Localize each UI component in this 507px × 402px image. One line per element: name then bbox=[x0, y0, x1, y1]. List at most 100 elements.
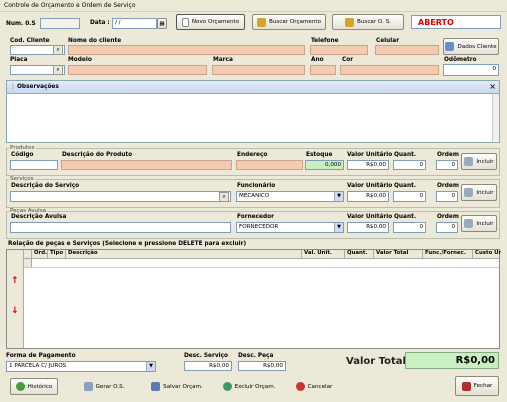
date-field[interactable]: / / bbox=[112, 18, 157, 29]
pecas-descricao-field[interactable] bbox=[10, 222, 231, 233]
observacoes-panel: ⋮ Observações × bbox=[6, 80, 500, 143]
grid-header: Ord. Tipo Descrição Val. Unit. Quant. Va… bbox=[24, 250, 501, 259]
incluir-pecas-button[interactable]: Incluir bbox=[461, 215, 497, 232]
grid-empty-row bbox=[24, 259, 499, 268]
forma-pagamento-select[interactable]: 1 PARCELA C/ JUROS ▼ bbox=[6, 361, 156, 372]
desc-servico-label: Desc. Serviço bbox=[184, 353, 229, 359]
estoque-label: Estoque bbox=[306, 152, 333, 158]
fornecedor-select[interactable]: FORNECEDOR ▼ bbox=[236, 222, 344, 233]
servicos-group-title: Serviços bbox=[9, 176, 35, 182]
historico-label: Histórico bbox=[27, 383, 53, 390]
cancelar-button[interactable]: Cancelar bbox=[290, 378, 338, 395]
pecas-descricao-label: Descrição Avulsa bbox=[11, 214, 67, 220]
produto-ordem-field[interactable]: 0 bbox=[436, 160, 458, 170]
document-icon bbox=[83, 382, 93, 391]
incluir-servico-button[interactable]: Incluir bbox=[461, 184, 497, 201]
celular-field[interactable] bbox=[375, 45, 439, 55]
pecas-quant-field[interactable]: 0 bbox=[393, 222, 426, 233]
produtos-group-title: Produtos bbox=[9, 145, 36, 151]
dados-cliente-button[interactable]: Dados Cliente bbox=[443, 38, 499, 55]
col-descricao[interactable]: Descrição bbox=[66, 250, 302, 258]
telefone-field[interactable] bbox=[310, 45, 368, 55]
col-val-unit[interactable]: Val. Unit. bbox=[302, 250, 345, 258]
pecas-quant-value: 0 bbox=[419, 224, 423, 230]
cor-field[interactable] bbox=[340, 65, 439, 75]
move-up-button[interactable]: ↑ bbox=[11, 276, 19, 286]
exit-door-icon bbox=[461, 381, 471, 391]
estoque-field: 0,000 bbox=[305, 160, 344, 170]
produto-ordem-value: 0 bbox=[451, 162, 455, 168]
col-custo-unit[interactable]: Custo Unit. bbox=[473, 250, 501, 258]
fechar-button[interactable]: Fechar bbox=[455, 376, 499, 396]
close-icon[interactable]: × bbox=[489, 82, 496, 91]
nome-cliente-field[interactable] bbox=[68, 45, 305, 55]
desc-servico-field[interactable]: R$0,00 bbox=[184, 361, 232, 371]
relacao-grid[interactable]: Ord. Tipo Descrição Val. Unit. Quant. Va… bbox=[24, 250, 501, 348]
col-ord[interactable]: Ord. bbox=[32, 250, 48, 258]
incluir-produto-label: Incluir bbox=[476, 158, 494, 165]
servico-ordem-label: Ordem bbox=[437, 183, 459, 189]
nome-cliente-label: Nome do cliente bbox=[68, 38, 122, 44]
buscar-os-button[interactable]: Buscar O. S. bbox=[332, 14, 404, 30]
pecas-ordem-field[interactable]: 0 bbox=[436, 222, 458, 233]
servico-descricao-field[interactable] bbox=[10, 191, 231, 202]
marca-field[interactable] bbox=[212, 65, 305, 75]
num-os-label: Num. 0.S bbox=[6, 21, 36, 27]
estoque-value: 0,000 bbox=[324, 162, 341, 168]
observacoes-grip-icon: ⋮ bbox=[10, 83, 16, 90]
col-select bbox=[24, 250, 32, 258]
gerar-os-button[interactable]: Gerar O.S. bbox=[79, 378, 129, 395]
col-valor-total[interactable]: Valor Total bbox=[374, 250, 423, 258]
delete-icon bbox=[222, 382, 232, 391]
relacao-title: Relação de peças e Serviços (Selecione e… bbox=[8, 241, 247, 247]
produto-valor-field[interactable]: R$0,00 bbox=[347, 160, 389, 170]
calendar-button[interactable]: ▦ bbox=[157, 18, 167, 29]
buscar-orcamento-button[interactable]: Buscar Orçamento bbox=[252, 14, 326, 30]
pecas-valor-label: Valor Unitário bbox=[347, 214, 393, 220]
endereco-field[interactable] bbox=[236, 160, 303, 170]
produto-quant-field[interactable]: 0 bbox=[393, 160, 426, 170]
observacoes-textarea[interactable] bbox=[7, 94, 492, 142]
ano-field[interactable] bbox=[310, 65, 336, 75]
produto-valor-label: Valor Unitário bbox=[347, 152, 393, 158]
endereco-label: Endereço bbox=[237, 152, 268, 158]
lookup-cliente-icon[interactable]: ⌕ bbox=[53, 45, 63, 55]
servico-quant-field[interactable]: 0 bbox=[393, 191, 426, 202]
pecas-valor-field[interactable]: R$0,00 bbox=[347, 222, 389, 233]
fechar-label: Fechar bbox=[473, 383, 493, 389]
num-os-field[interactable] bbox=[40, 18, 80, 29]
servico-valor-label: Valor Unitário bbox=[347, 183, 393, 189]
salvar-orcamento-label: Salvar Orçam. bbox=[163, 383, 203, 390]
col-quant[interactable]: Quant. bbox=[345, 250, 374, 258]
status-text: ABERTO bbox=[418, 18, 454, 27]
cor-label: Cor bbox=[342, 57, 354, 63]
cod-cliente-label: Cod. Cliente bbox=[10, 38, 50, 44]
row-indicator bbox=[24, 259, 32, 267]
incluir-produto-button[interactable]: Incluir bbox=[461, 153, 497, 170]
col-tipo[interactable]: Tipo bbox=[48, 250, 66, 258]
pecas-ordem-value: 0 bbox=[451, 224, 455, 230]
produto-codigo-label: Código bbox=[11, 152, 34, 158]
historico-button[interactable]: Histórico bbox=[10, 378, 58, 395]
produto-descricao-field[interactable] bbox=[61, 160, 232, 170]
novo-orcamento-button[interactable]: Novo Orçamento bbox=[176, 14, 245, 30]
observacoes-title: Observações bbox=[17, 84, 59, 90]
col-func-fornec[interactable]: Func./Fornec. bbox=[423, 250, 473, 258]
observacoes-scrollbar[interactable] bbox=[492, 94, 499, 142]
binoculars-icon bbox=[345, 17, 355, 27]
servico-ordem-field[interactable]: 0 bbox=[436, 191, 458, 202]
salvar-orcamento-button[interactable]: Salvar Orçam. bbox=[148, 378, 206, 395]
move-down-button[interactable]: ↓ bbox=[11, 306, 19, 316]
lookup-placa-icon[interactable]: ⌕ bbox=[53, 65, 63, 75]
buscar-orcamento-label: Buscar Orçamento bbox=[268, 19, 321, 25]
servico-quant-value: 0 bbox=[419, 193, 423, 199]
data-label: Data : bbox=[90, 20, 110, 26]
produto-codigo-field[interactable] bbox=[10, 160, 58, 170]
modelo-field[interactable] bbox=[68, 65, 207, 75]
excluir-orcamento-button[interactable]: Excluir Orçam. bbox=[220, 378, 278, 395]
funcionario-select[interactable]: MECANICO ▼ bbox=[236, 191, 344, 202]
desc-peca-field[interactable]: R$0,00 bbox=[238, 361, 286, 371]
odometro-field[interactable]: 0 bbox=[443, 64, 499, 76]
servico-valor-field[interactable]: R$0,00 bbox=[347, 191, 389, 202]
lookup-servico-icon[interactable]: ⌕ bbox=[219, 192, 229, 202]
